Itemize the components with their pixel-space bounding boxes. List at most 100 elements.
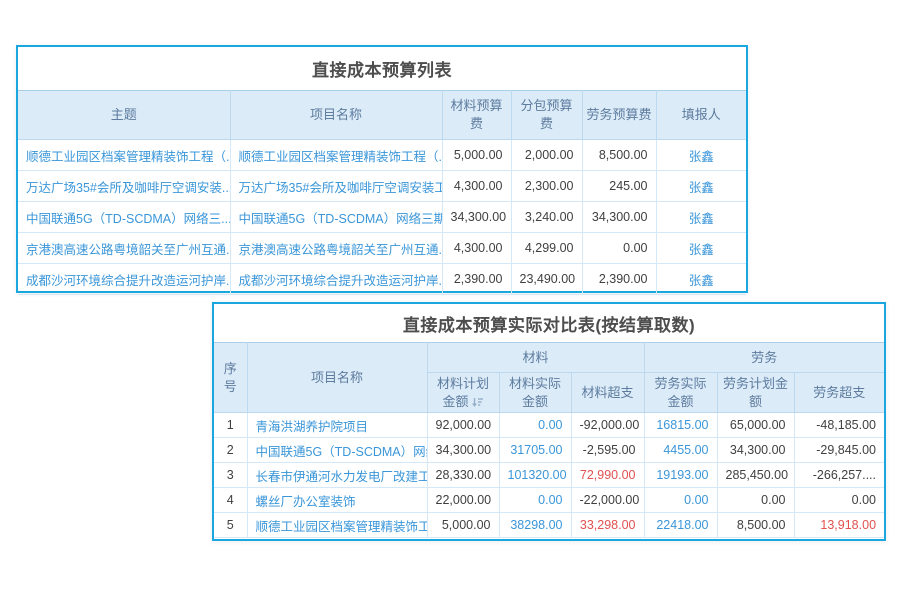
table-row: 万达广场35#会所及咖啡厅空调安装... 万达广场35#会所及咖啡厅空调安装工程…	[18, 171, 746, 202]
table-row: 4 螺丝厂办公室装饰 22,000.00 0.00 -22,000.00 0.0…	[214, 488, 884, 513]
subcontract-budget-value: 23,490.00	[511, 264, 582, 295]
reporter-link[interactable]: 张鑫	[689, 181, 714, 195]
sort-icon[interactable]	[472, 397, 484, 407]
project-link[interactable]: 中国联通5G（TD-SCDMA）网络三	[256, 445, 428, 459]
group-header-material: 材料	[427, 343, 644, 373]
col-header-labor-actual: 劳务实际金额	[644, 373, 717, 413]
comparison-card: 直接成本预算实际对比表(按结算取数) 序号 项目名称 材料 劳务 材料计划金额 …	[212, 302, 886, 541]
seq-value: 4	[214, 488, 247, 513]
col-header-labor-plan: 劳务计划金额	[717, 373, 794, 413]
project-link[interactable]: 中国联通5G（TD-SCDMA）网络三期...	[239, 212, 443, 226]
project-link[interactable]: 京港澳高速公路粤境韶关至广州互通...	[239, 243, 443, 257]
col-header-labor-budget: 劳务预算费	[582, 91, 656, 140]
budget-list-table: 主题 项目名称 材料预算费 分包预算费 劳务预算费 填报人 顺德工业园区档案管理…	[18, 90, 746, 295]
subcontract-budget-value: 2,300.00	[511, 171, 582, 202]
seq-value: 1	[214, 413, 247, 438]
project-link[interactable]: 万达广场35#会所及咖啡厅空调安装工程	[239, 181, 443, 195]
subject-link[interactable]: 成都沙河环境综合提升改造运河护岸...	[26, 274, 230, 288]
budget-list-header-row: 主题 项目名称 材料预算费 分包预算费 劳务预算费 填报人	[18, 91, 746, 140]
col-header-subject: 主题	[18, 91, 230, 140]
material-actual-value: 31705.00	[499, 438, 571, 463]
col-header-material-actual: 材料实际金额	[499, 373, 571, 413]
col-header-subcontract-budget: 分包预算费	[511, 91, 582, 140]
material-budget-value: 4,300.00	[442, 171, 511, 202]
col-header-material-budget: 材料预算费	[442, 91, 511, 140]
page: 直接成本预算列表 主题 项目名称 材料预算费 分包预算费 劳务预算费 填报人 顺…	[0, 0, 900, 600]
labor-budget-value: 245.00	[582, 171, 656, 202]
table-row: 顺德工业园区档案管理精装饰工程（... 顺德工业园区档案管理精装饰工程（... …	[18, 140, 746, 171]
material-over-value: 72,990.00	[571, 463, 644, 488]
seq-value: 2	[214, 438, 247, 463]
comparison-title: 直接成本预算实际对比表(按结算取数)	[214, 304, 884, 342]
reporter-link[interactable]: 张鑫	[689, 243, 714, 257]
reporter-link[interactable]: 张鑫	[689, 212, 714, 226]
comparison-table: 序号 项目名称 材料 劳务 材料计划金额 材料实际金额 材料超支 劳务实际金额 …	[214, 342, 884, 538]
subcontract-budget-value: 4,299.00	[511, 233, 582, 264]
material-actual-value: 38298.00	[499, 513, 571, 538]
labor-budget-value: 0.00	[582, 233, 656, 264]
labor-over-value: -266,257....	[794, 463, 884, 488]
subject-link[interactable]: 顺德工业园区档案管理精装饰工程（...	[26, 150, 230, 164]
subject-link[interactable]: 京港澳高速公路粤境韶关至广州互通...	[26, 243, 230, 257]
labor-plan-value: 65,000.00	[717, 413, 794, 438]
table-row: 京港澳高速公路粤境韶关至广州互通... 京港澳高速公路粤境韶关至广州互通... …	[18, 233, 746, 264]
labor-over-value: 0.00	[794, 488, 884, 513]
table-row: 5 顺德工业园区档案管理精装饰工程 5,000.00 38298.00 33,2…	[214, 513, 884, 538]
project-link[interactable]: 顺德工业园区档案管理精装饰工程（...	[239, 150, 443, 164]
material-plan-value: 28,330.00	[427, 463, 499, 488]
seq-value: 3	[214, 463, 247, 488]
comparison-group-header-row: 序号 项目名称 材料 劳务	[214, 343, 884, 373]
subject-link[interactable]: 中国联通5G（TD-SCDMA）网络三...	[26, 212, 230, 226]
col-header-labor-over: 劳务超支	[794, 373, 884, 413]
material-budget-value: 34,300.00	[442, 202, 511, 233]
table-row: 2 中国联通5G（TD-SCDMA）网络三 34,300.00 31705.00…	[214, 438, 884, 463]
labor-plan-value: 0.00	[717, 488, 794, 513]
labor-actual-value: 19193.00	[644, 463, 717, 488]
labor-budget-value: 8,500.00	[582, 140, 656, 171]
material-actual-value: 0.00	[499, 413, 571, 438]
project-link[interactable]: 成都沙河环境综合提升改造运河护岸...	[239, 274, 443, 288]
labor-budget-value: 34,300.00	[582, 202, 656, 233]
material-over-value: -2,595.00	[571, 438, 644, 463]
table-row: 3 长春市伊通河水力发电厂改建工程 28,330.00 101320.00 72…	[214, 463, 884, 488]
labor-plan-value: 8,500.00	[717, 513, 794, 538]
material-plan-value: 34,300.00	[427, 438, 499, 463]
project-link[interactable]: 长春市伊通河水力发电厂改建工程	[256, 470, 428, 484]
table-row: 1 青海洪湖养护院项目 92,000.00 0.00 -92,000.00 16…	[214, 413, 884, 438]
material-actual-value: 101320.00	[499, 463, 571, 488]
labor-plan-value: 34,300.00	[717, 438, 794, 463]
subcontract-budget-value: 3,240.00	[511, 202, 582, 233]
material-plan-value: 5,000.00	[427, 513, 499, 538]
labor-budget-value: 2,390.00	[582, 264, 656, 295]
material-budget-value: 5,000.00	[442, 140, 511, 171]
table-row: 成都沙河环境综合提升改造运河护岸... 成都沙河环境综合提升改造运河护岸... …	[18, 264, 746, 295]
labor-actual-value: 0.00	[644, 488, 717, 513]
material-actual-value: 0.00	[499, 488, 571, 513]
material-budget-value: 4,300.00	[442, 233, 511, 264]
material-plan-value: 92,000.00	[427, 413, 499, 438]
subcontract-budget-value: 2,000.00	[511, 140, 582, 171]
project-link[interactable]: 螺丝厂办公室装饰	[256, 495, 356, 509]
col-header-material-over: 材料超支	[571, 373, 644, 413]
seq-value: 5	[214, 513, 247, 538]
labor-over-value: -29,845.00	[794, 438, 884, 463]
labor-actual-value: 16815.00	[644, 413, 717, 438]
labor-actual-value: 22418.00	[644, 513, 717, 538]
reporter-link[interactable]: 张鑫	[689, 274, 714, 288]
labor-over-value: -48,185.00	[794, 413, 884, 438]
table-row: 中国联通5G（TD-SCDMA）网络三... 中国联通5G（TD-SCDMA）网…	[18, 202, 746, 233]
project-link[interactable]: 青海洪湖养护院项目	[256, 420, 369, 434]
col-header-seq: 序号	[214, 343, 247, 413]
project-link[interactable]: 顺德工业园区档案管理精装饰工程	[256, 520, 428, 534]
reporter-link[interactable]: 张鑫	[689, 150, 714, 164]
material-over-value: -92,000.00	[571, 413, 644, 438]
budget-list-card: 直接成本预算列表 主题 项目名称 材料预算费 分包预算费 劳务预算费 填报人 顺…	[16, 45, 748, 293]
labor-actual-value: 4455.00	[644, 438, 717, 463]
material-over-value: -22,000.00	[571, 488, 644, 513]
material-plan-value: 22,000.00	[427, 488, 499, 513]
material-over-value: 33,298.00	[571, 513, 644, 538]
col-header-material-plan[interactable]: 材料计划金额	[427, 373, 499, 413]
material-budget-value: 2,390.00	[442, 264, 511, 295]
col-header-project: 项目名称	[247, 343, 427, 413]
subject-link[interactable]: 万达广场35#会所及咖啡厅空调安装...	[26, 181, 230, 195]
